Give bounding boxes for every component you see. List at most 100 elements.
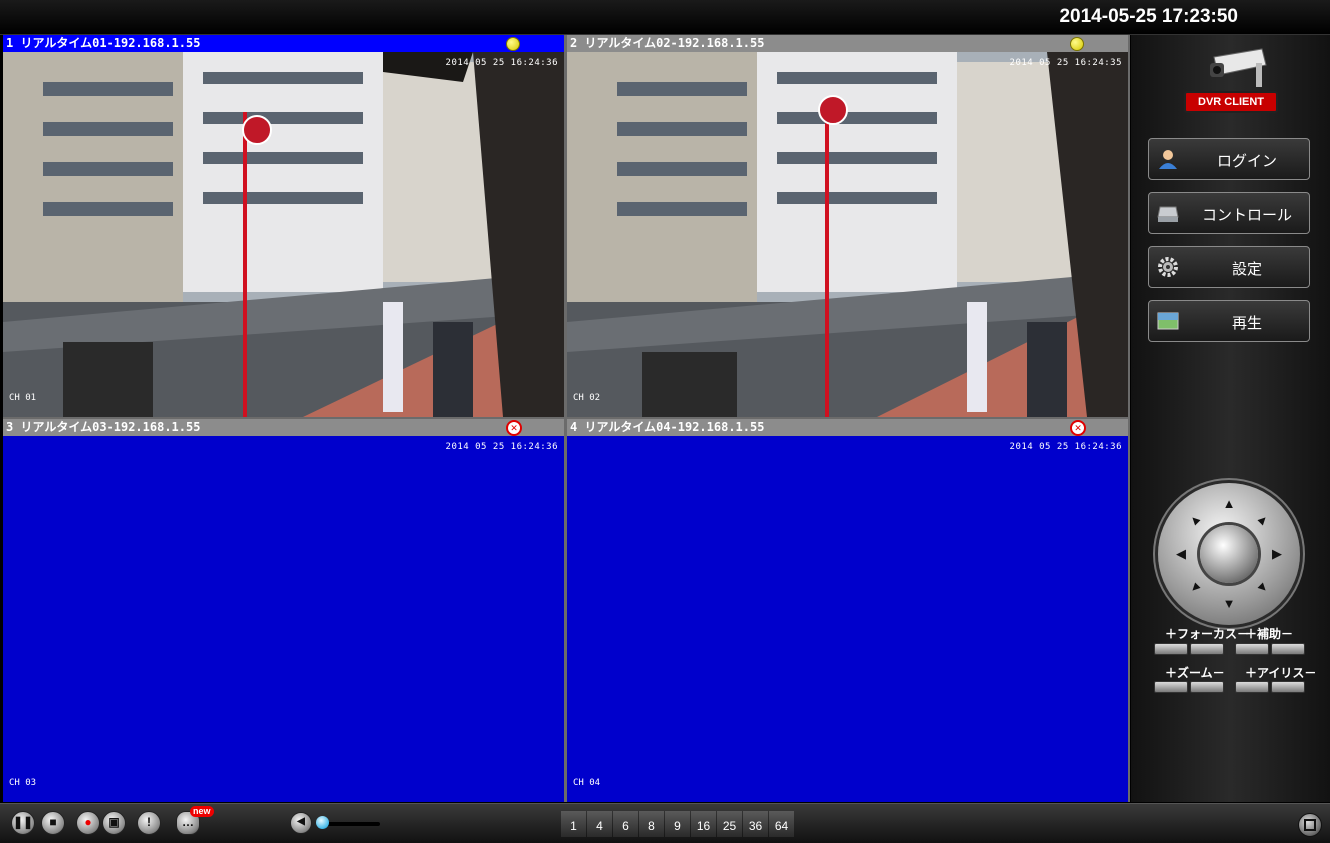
- down-arrow-icon[interactable]: ▼: [1222, 597, 1236, 611]
- video-cell-1[interactable]: 1 リアルタイム01-192.168.1.55 2014 05 25 16:24…: [3, 35, 564, 417]
- channel-title: 4 リアルタイム04-192.168.1.55: [570, 420, 765, 434]
- new-badge: new: [190, 806, 214, 817]
- gear-icon: [1157, 256, 1179, 278]
- video-timestamp: 2014 05 25 16:24:36: [1009, 442, 1122, 452]
- camera-view[interactable]: 2014 05 25 16:24:36 CH 04: [567, 436, 1128, 802]
- split-25-button[interactable]: 25: [717, 811, 742, 837]
- split-16-button[interactable]: 16: [691, 811, 716, 837]
- settings-label: 設定: [1231, 261, 1262, 278]
- alarm-button[interactable]: !: [137, 811, 161, 835]
- stop-icon: ■: [49, 815, 57, 829]
- camera-view[interactable]: 2014 05 25 16:24:36 CH 01: [3, 52, 564, 417]
- status-error-icon: ✕: [506, 420, 522, 436]
- aux-label: ＋補助－: [1245, 627, 1294, 641]
- iris-plus-button[interactable]: [1235, 681, 1269, 693]
- up-arrow-icon[interactable]: ▲: [1222, 497, 1236, 511]
- channel-title-bar: 4 リアルタイム04-192.168.1.55 ✕: [567, 419, 1128, 436]
- playback-button[interactable]: 再生: [1148, 300, 1310, 342]
- street-scene-image: [3, 52, 564, 417]
- alert-icon: !: [147, 815, 151, 829]
- camera-view[interactable]: 2014 05 25 16:24:35 CH 02: [567, 52, 1128, 417]
- volume-slider-handle[interactable]: [316, 816, 329, 829]
- focus-plus-button[interactable]: [1154, 643, 1188, 655]
- status-error-icon: ✕: [1070, 420, 1086, 436]
- channel-label: CH 02: [573, 393, 601, 403]
- street-scene-image: [567, 52, 1128, 417]
- logo-text: DVR CLIENT: [1184, 91, 1278, 113]
- snapshot-button[interactable]: ▣: [102, 811, 126, 835]
- bottom-toolbar: ❚❚ ■ ● ▣ ! … new ◀ 1 4 6 8 9 16 25 36 64: [0, 803, 1330, 843]
- control-button[interactable]: コントロール: [1148, 192, 1310, 234]
- ptz-center-button[interactable]: [1200, 525, 1258, 583]
- dvr-client-logo: DVR CLIENT: [1184, 43, 1278, 117]
- volume-slider[interactable]: [320, 822, 380, 826]
- channel-label: CH 04: [573, 778, 601, 788]
- split-1-button[interactable]: 1: [561, 811, 586, 837]
- login-button[interactable]: ログイン: [1148, 138, 1310, 180]
- user-icon: [1157, 148, 1179, 170]
- channel-title-bar: 1 リアルタイム01-192.168.1.55: [3, 35, 564, 52]
- control-sidebar: DVR CLIENT ログイン コントロール 設定 再生 ▲ ▼ ◀ ▶ ▲ ▲…: [1131, 35, 1330, 802]
- down-right-arrow-icon[interactable]: ▲: [1253, 578, 1273, 598]
- iris-label: ＋アイリス－: [1245, 666, 1317, 680]
- channel-title-bar: 3 リアルタイム03-192.168.1.55 ✕: [3, 419, 564, 436]
- disk-icon: [1157, 202, 1179, 224]
- pause-icon: ❚❚: [12, 815, 34, 829]
- zoom-label: ＋ズーム－: [1165, 666, 1225, 680]
- split-screen-selector: 1 4 6 8 9 16 25 36 64: [561, 811, 795, 837]
- video-grid: 1 リアルタイム01-192.168.1.55 2014 05 25 16:24…: [3, 35, 1130, 802]
- iris-minus-button[interactable]: [1271, 681, 1305, 693]
- left-arrow-icon[interactable]: ◀: [1174, 547, 1188, 561]
- channel-title: 2 リアルタイム02-192.168.1.55: [570, 36, 765, 50]
- camera-view[interactable]: 2014 05 25 16:24:36 CH 03: [3, 436, 564, 802]
- zoom-plus-button[interactable]: [1154, 681, 1188, 693]
- focus-minus-button[interactable]: [1190, 643, 1224, 655]
- split-9-button[interactable]: 9: [665, 811, 690, 837]
- up-left-arrow-icon[interactable]: ▲: [1185, 510, 1205, 530]
- video-cell-2[interactable]: 2 リアルタイム02-192.168.1.55 2014 05 25 16:24…: [567, 35, 1128, 417]
- top-bar: 2014-05-25 17:23:50: [0, 0, 1330, 35]
- chat-bubble-icon: …: [182, 815, 194, 829]
- datetime-display: 2014-05-25 17:23:50: [1059, 6, 1238, 27]
- split-64-button[interactable]: 64: [769, 811, 794, 837]
- channel-label: CH 03: [9, 778, 37, 788]
- channel-label: CH 01: [9, 393, 37, 403]
- login-label: ログイン: [1216, 153, 1277, 170]
- settings-button[interactable]: 設定: [1148, 246, 1310, 288]
- aux-minus-button[interactable]: [1271, 643, 1305, 655]
- video-timestamp: 2014 05 25 16:24:36: [445, 58, 558, 68]
- status-ok-icon: [1070, 37, 1084, 51]
- camera-icon: [1210, 48, 1267, 87]
- aux-plus-button[interactable]: [1235, 643, 1269, 655]
- video-cell-3[interactable]: 3 リアルタイム03-192.168.1.55 ✕ 2014 05 25 16:…: [3, 419, 564, 802]
- control-label: コントロール: [1201, 207, 1292, 224]
- fullscreen-icon: [1304, 819, 1316, 831]
- record-button[interactable]: ●: [76, 811, 100, 835]
- record-icon: ●: [84, 815, 92, 829]
- pause-button[interactable]: ❚❚: [11, 811, 35, 835]
- channel-title: 3 リアルタイム03-192.168.1.55: [6, 420, 201, 434]
- playback-icon: [1157, 310, 1179, 332]
- right-arrow-icon[interactable]: ▶: [1270, 547, 1284, 561]
- channel-title: 1 リアルタイム01-192.168.1.55: [6, 36, 201, 50]
- split-6-button[interactable]: 6: [613, 811, 638, 837]
- fullscreen-button[interactable]: [1298, 813, 1322, 837]
- split-8-button[interactable]: 8: [639, 811, 664, 837]
- focus-label: ＋フォーカス－: [1165, 627, 1250, 641]
- video-cell-4[interactable]: 4 リアルタイム04-192.168.1.55 ✕ 2014 05 25 16:…: [567, 419, 1128, 802]
- status-ok-icon: [506, 37, 520, 51]
- split-36-button[interactable]: 36: [743, 811, 768, 837]
- playback-label: 再生: [1231, 315, 1262, 332]
- split-4-button[interactable]: 4: [587, 811, 612, 837]
- stop-button[interactable]: ■: [41, 811, 65, 835]
- video-timestamp: 2014 05 25 16:24:35: [1009, 58, 1122, 68]
- down-left-arrow-icon[interactable]: ▲: [1185, 578, 1205, 598]
- volume-button[interactable]: ◀: [290, 812, 312, 834]
- ptz-joystick[interactable]: ▲ ▼ ◀ ▶ ▲ ▲ ▲ ▲: [1158, 483, 1300, 625]
- channel-title-bar: 2 リアルタイム02-192.168.1.55: [567, 35, 1128, 52]
- zoom-minus-button[interactable]: [1190, 681, 1224, 693]
- snapshot-icon: ▣: [108, 815, 120, 829]
- video-timestamp: 2014 05 25 16:24:36: [445, 442, 558, 452]
- up-right-arrow-icon[interactable]: ▲: [1253, 510, 1273, 530]
- speaker-icon: ◀: [297, 816, 305, 827]
